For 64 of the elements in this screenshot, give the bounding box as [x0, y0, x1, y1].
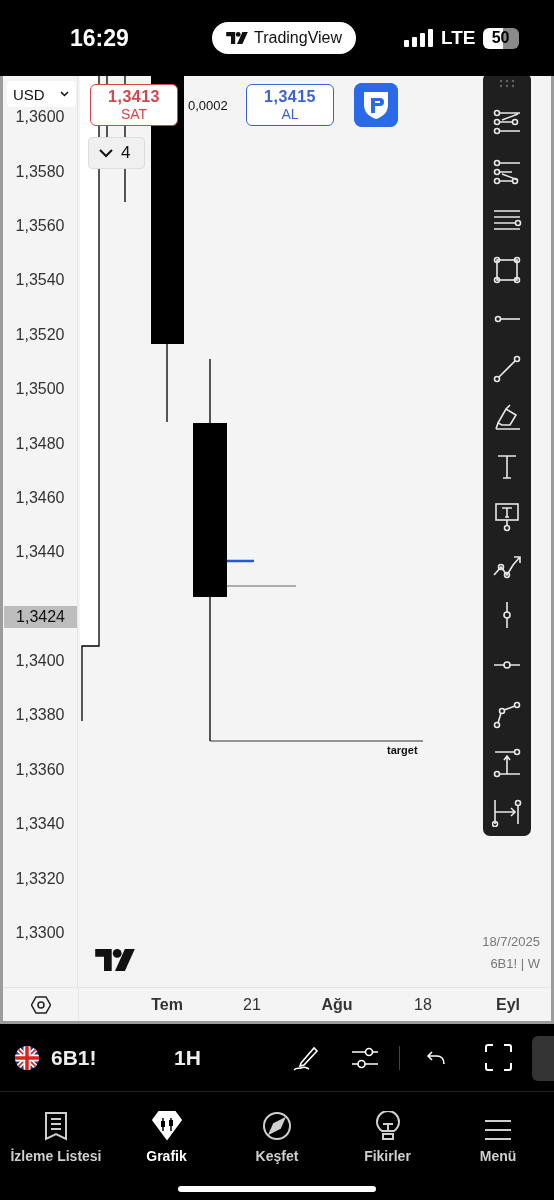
nav-tab[interactable]: Keşfet — [223, 1092, 331, 1168]
current-price-badge: 1,3424 — [4, 605, 77, 628]
broker-logo-icon[interactable] — [354, 83, 398, 127]
drag-handle-icon[interactable] — [499, 79, 515, 88]
price-label: 1,3600 — [15, 108, 65, 127]
chart-logo-icon — [95, 949, 135, 971]
price-label: 1,3540 — [15, 271, 65, 290]
app-pill[interactable]: TradingView — [212, 22, 357, 54]
lightbulb-icon — [373, 1111, 402, 1141]
signal-icon — [404, 29, 435, 47]
price-label: 1,3360 — [15, 760, 65, 779]
currency-dropdown[interactable]: USD — [7, 81, 76, 107]
price-label: 1,3340 — [15, 815, 65, 834]
network-label: LTE — [441, 27, 476, 49]
date-label: 18/7/2025 — [482, 934, 540, 949]
rectangle-icon[interactable] — [492, 255, 522, 286]
series-label: 6B1! | W — [490, 956, 540, 971]
undo-icon[interactable] — [426, 1049, 446, 1066]
time-label: Ağu — [321, 996, 353, 1014]
quantity-dropdown[interactable]: 4 — [88, 137, 145, 169]
app-name: TradingView — [254, 29, 343, 47]
price-label: 1,3560 — [15, 216, 65, 235]
time-label: 21 — [243, 996, 261, 1014]
level-line — [226, 585, 297, 587]
nav-tab[interactable]: Menü — [444, 1092, 552, 1168]
time-label: Tem — [151, 996, 183, 1014]
price-label: 1,3380 — [15, 706, 65, 725]
price-label: 1,3400 — [15, 652, 65, 671]
app-logo-icon — [226, 32, 248, 44]
interval-button[interactable]: 1H — [174, 1045, 292, 1070]
compass-icon — [262, 1111, 292, 1141]
chart-tab-icon — [150, 1111, 183, 1141]
nav-tab[interactable]: Grafik — [112, 1092, 221, 1168]
price-label: 1,3320 — [15, 869, 65, 888]
price-label: 1,3520 — [15, 325, 65, 344]
flag-icon — [15, 1045, 39, 1070]
settings-icon[interactable] — [30, 995, 51, 1014]
price-label: 1,3480 — [15, 434, 65, 453]
price-label: 1,3500 — [15, 380, 65, 399]
time-label: 18 — [414, 996, 432, 1014]
trend-line-icon[interactable] — [492, 353, 522, 384]
symbol-button[interactable]: 6B1! — [15, 1045, 161, 1070]
callout-icon[interactable] — [492, 501, 522, 532]
drawn-line — [227, 559, 254, 563]
price-label: 1,3440 — [15, 543, 65, 562]
nav-tab[interactable]: İzleme Listesi — [2, 1092, 110, 1168]
clock-time: 16:29 — [70, 24, 130, 52]
buy-button[interactable]: 1,3415 AL — [246, 84, 334, 126]
chevron-down-icon — [60, 91, 69, 97]
annotation-label: target — [387, 744, 418, 756]
date-range-icon[interactable] — [492, 797, 522, 828]
price-label: 1,3300 — [15, 924, 65, 943]
nav-tab[interactable]: Fikirler — [333, 1092, 442, 1168]
chevron-down-icon — [99, 148, 113, 158]
menu-icon — [485, 1119, 511, 1141]
time-label: Eyl — [496, 996, 520, 1014]
fullscreen-icon[interactable] — [485, 1044, 512, 1071]
price-label: 1,3460 — [15, 488, 65, 507]
sliders-icon[interactable] — [351, 1045, 379, 1070]
price-range-icon[interactable] — [492, 748, 522, 779]
battery-level: 50 — [482, 27, 519, 49]
price-label: 1,3580 — [15, 162, 65, 181]
sell-button[interactable]: 1,3413 SAT — [90, 84, 178, 126]
spread-value: 0,0002 — [188, 98, 228, 113]
